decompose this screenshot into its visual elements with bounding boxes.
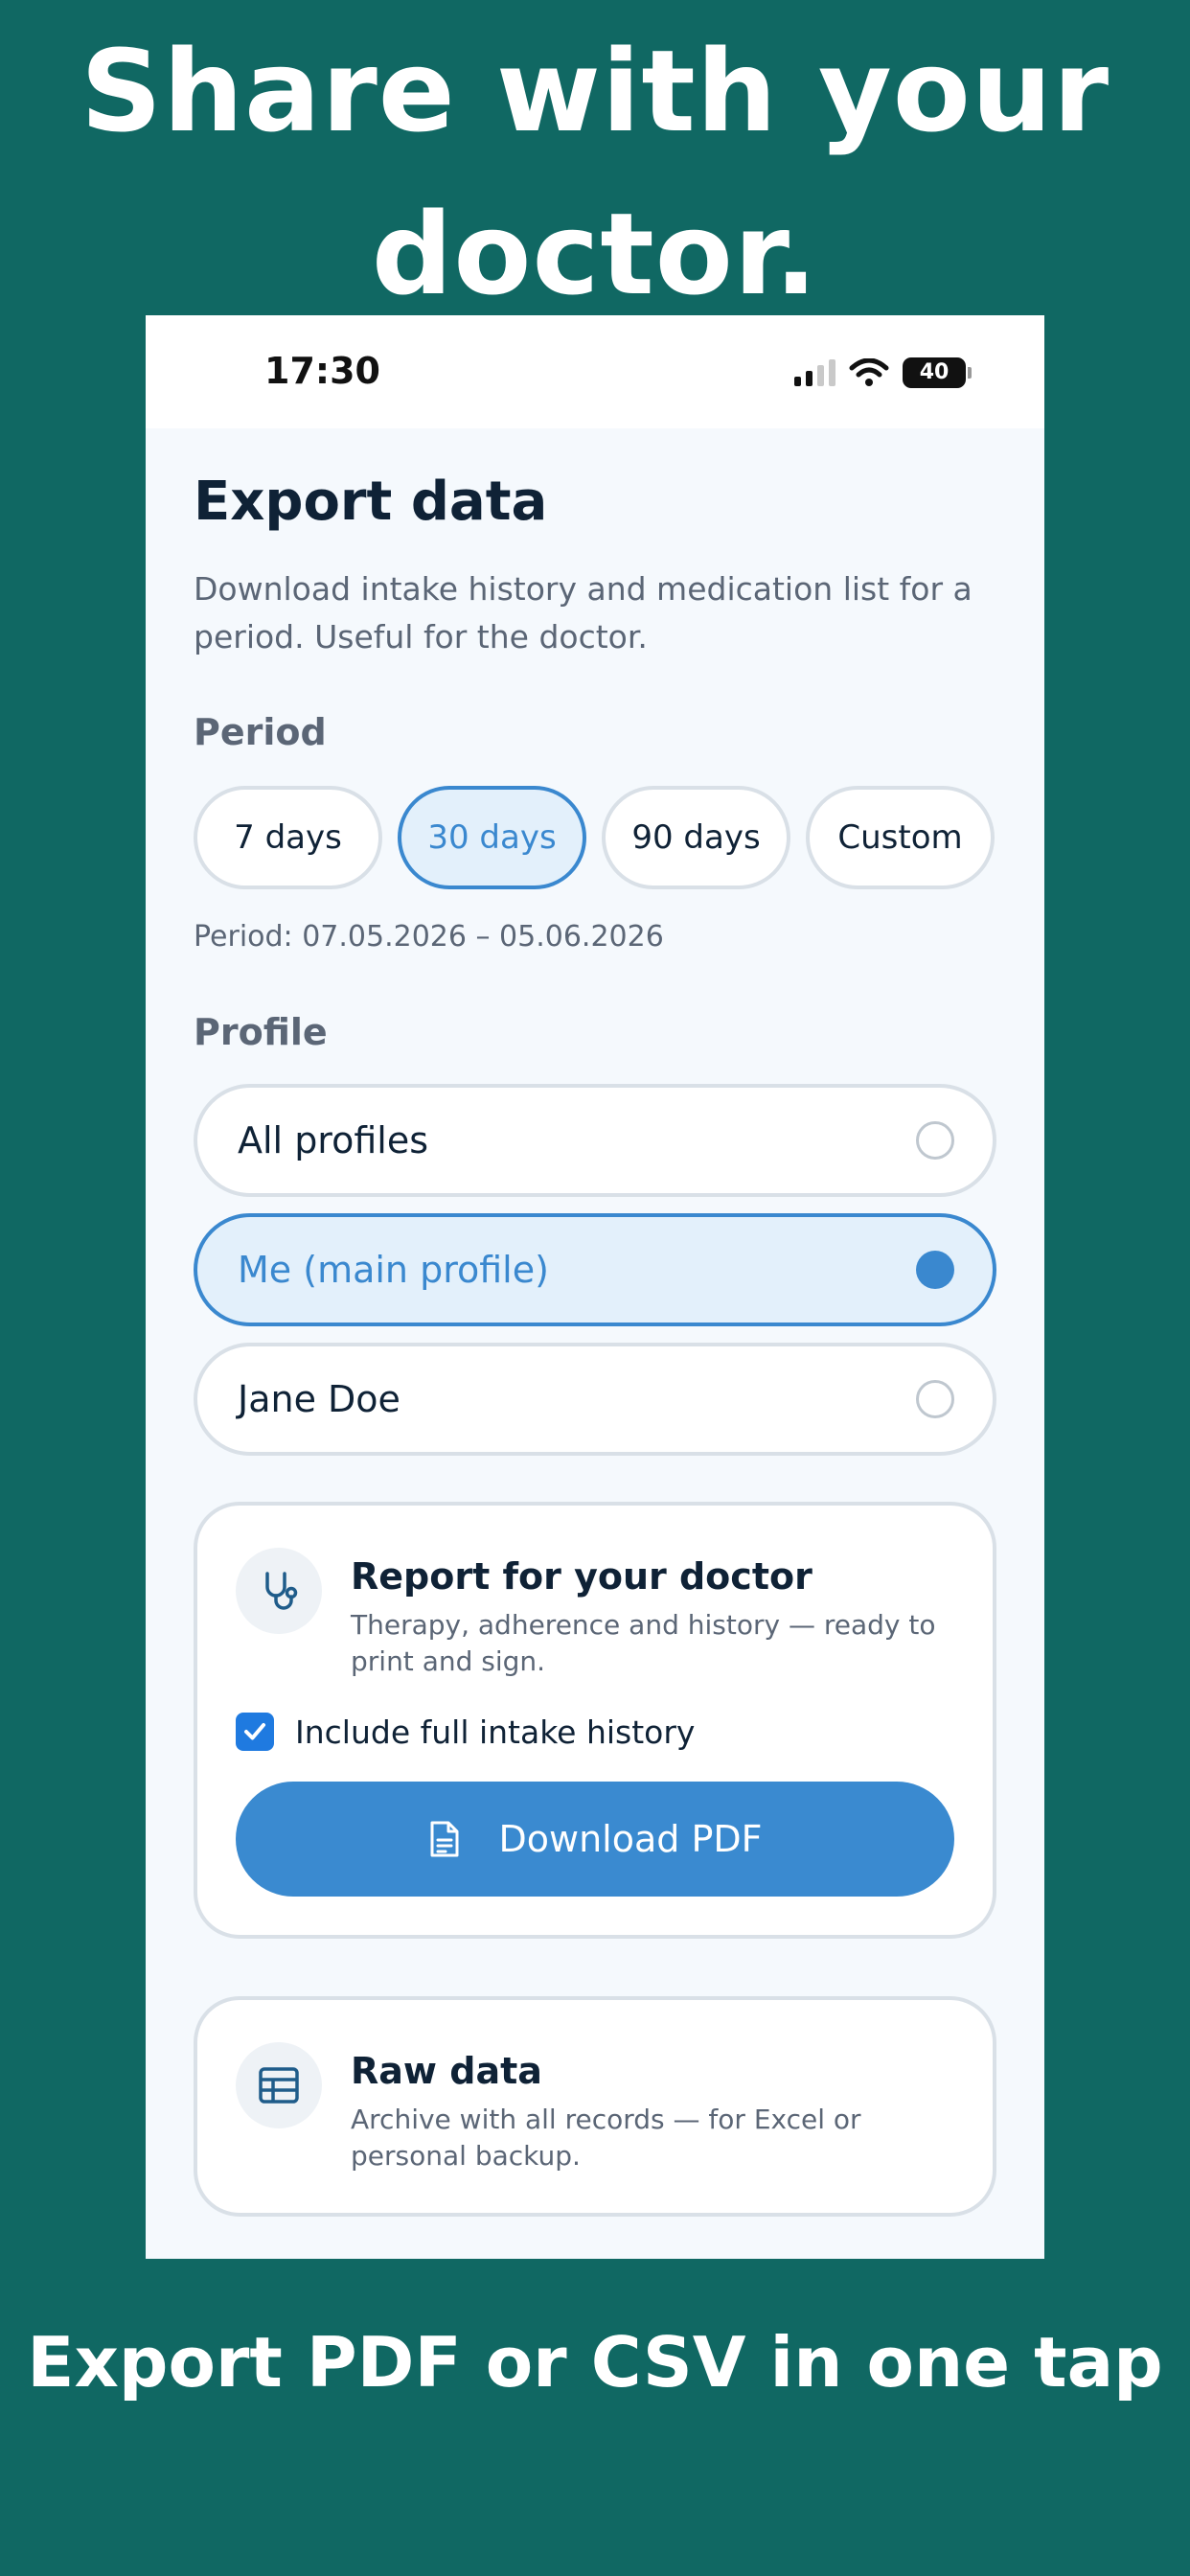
period-label: Period bbox=[194, 711, 327, 753]
radio-checked-icon bbox=[916, 1251, 954, 1289]
period-chip-30-days[interactable]: 30 days bbox=[398, 786, 586, 889]
profile-option-label: All profiles bbox=[238, 1119, 429, 1162]
include-history-row[interactable]: Include full intake history bbox=[236, 1713, 954, 1751]
period-range-text: Period: 07.05.2026 – 05.06.2026 bbox=[194, 920, 664, 954]
period-selector: 7 days 30 days 90 days Custom bbox=[194, 786, 996, 889]
raw-data-card: Raw data Archive with all records — for … bbox=[194, 1996, 996, 2217]
profile-option-label: Me (main profile) bbox=[238, 1249, 549, 1291]
page-description: Download intake history and medication l… bbox=[194, 570, 973, 656]
stethoscope-icon bbox=[236, 1548, 322, 1634]
profile-option-jane-doe[interactable]: Jane Doe bbox=[194, 1343, 996, 1456]
doctor-report-header: Report for your doctor Therapy, adherenc… bbox=[236, 1548, 954, 1680]
doctor-report-subtitle: Therapy, adherence and history — ready t… bbox=[351, 1609, 936, 1677]
battery-icon: 40 bbox=[903, 357, 972, 388]
radio-unchecked-icon bbox=[916, 1121, 954, 1160]
status-time: 17:30 bbox=[264, 350, 380, 392]
raw-data-title: Raw data bbox=[351, 2050, 542, 2092]
period-chip-90-days[interactable]: 90 days bbox=[602, 786, 790, 889]
checkmark-icon bbox=[244, 1723, 265, 1740]
cellular-signal-icon bbox=[794, 359, 835, 386]
profile-list: All profiles Me (main profile) Jane Doe bbox=[194, 1084, 996, 1456]
include-history-checkbox[interactable] bbox=[236, 1713, 274, 1751]
doctor-report-title: Report for your doctor bbox=[351, 1555, 812, 1598]
page-title: Export data bbox=[194, 471, 548, 533]
profile-label: Profile bbox=[194, 1011, 328, 1053]
period-chip-custom[interactable]: Custom bbox=[806, 786, 995, 889]
profile-option-label: Jane Doe bbox=[238, 1378, 400, 1420]
wifi-icon bbox=[849, 358, 889, 386]
raw-data-subtitle: Archive with all records — for Excel or … bbox=[351, 2104, 861, 2172]
promo-caption: Export PDF or CSV in one tap bbox=[27, 2322, 1163, 2403]
profile-option-all[interactable]: All profiles bbox=[194, 1084, 996, 1197]
doctor-report-card: Report for your doctor Therapy, adherenc… bbox=[194, 1502, 996, 1939]
download-pdf-button[interactable]: Download PDF bbox=[236, 1782, 954, 1897]
radio-unchecked-icon bbox=[916, 1380, 954, 1418]
download-pdf-label: Download PDF bbox=[498, 1818, 763, 1860]
phone-screen: 17:30 40 Export data Download intake his… bbox=[146, 315, 1044, 2259]
status-icons: 40 bbox=[794, 357, 972, 388]
profile-option-me[interactable]: Me (main profile) bbox=[194, 1213, 996, 1326]
raw-data-header: Raw data Archive with all records — for … bbox=[236, 2042, 954, 2174]
document-icon bbox=[430, 1821, 458, 1857]
status-bar: 17:30 40 bbox=[146, 315, 1044, 428]
period-chip-7-days[interactable]: 7 days bbox=[194, 786, 382, 889]
include-history-label: Include full intake history bbox=[295, 1713, 696, 1751]
export-content: Export data Download intake history and … bbox=[146, 471, 1044, 2217]
table-icon bbox=[236, 2042, 322, 2128]
promo-headline: Share with your doctor. bbox=[80, 25, 1110, 320]
